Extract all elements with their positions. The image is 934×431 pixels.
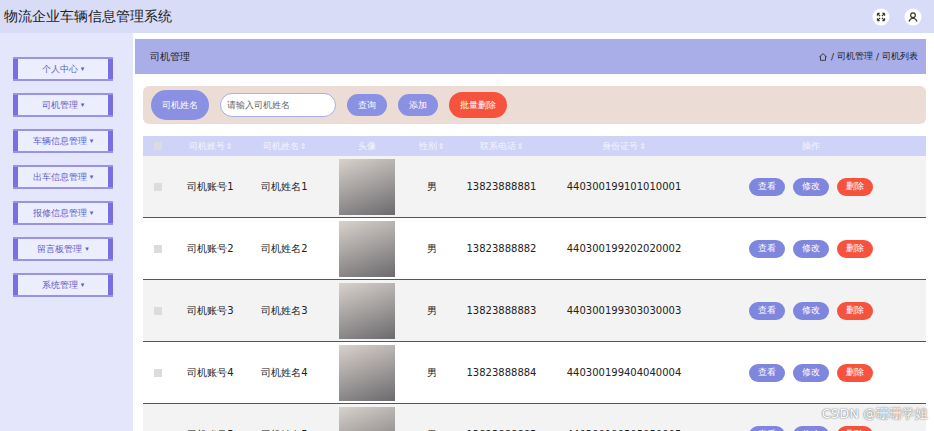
column-header[interactable]: 身份证号⇕: [553, 140, 695, 153]
search-button[interactable]: 查询: [347, 94, 387, 116]
search-bar: 司机姓名 查询添加批量删除: [143, 86, 926, 124]
account-cell: 司机账号3: [173, 304, 248, 318]
gender-cell: 男: [413, 242, 450, 256]
avatar-photo: [339, 407, 395, 431]
home-icon[interactable]: [818, 52, 828, 62]
search-button[interactable]: 添加: [398, 94, 438, 116]
table-header: 司机账号⇕司机姓名⇕头像性别⇕联系电话⇕身份证号⇕操作: [143, 136, 926, 156]
row-checkbox[interactable]: [154, 183, 162, 191]
sidebar-item[interactable]: 留言板管理▾: [13, 237, 113, 261]
id-cell: 440300199101010001: [553, 181, 695, 192]
row-action-button[interactable]: 查看: [749, 178, 785, 196]
id-cell: 440300199303030003: [553, 305, 695, 316]
phone-cell: 13823888883: [450, 305, 553, 316]
id-cell: 440300199404040004: [553, 367, 695, 378]
row-action-button[interactable]: 删除: [837, 364, 873, 382]
search-input[interactable]: [220, 93, 336, 117]
account-cell: 司机账号4: [173, 366, 248, 380]
sidebar-item[interactable]: 系统管理▾: [13, 273, 113, 297]
avatar-photo: [339, 159, 395, 215]
name-cell: 司机姓名2: [248, 242, 321, 256]
row-action-button[interactable]: 修改: [793, 302, 829, 320]
row-action-button[interactable]: 删除: [837, 426, 873, 431]
gender-cell: 男: [413, 304, 450, 318]
gender-cell: 男: [413, 180, 450, 194]
search-button[interactable]: 批量删除: [449, 92, 507, 118]
name-cell: 司机姓名4: [248, 366, 321, 380]
table-row: 司机账号4司机姓名4 男13823888884440300199404040004…: [143, 342, 926, 404]
row-action-button[interactable]: 修改: [793, 240, 829, 258]
row-action-button[interactable]: 查看: [749, 240, 785, 258]
account-cell: 司机账号1: [173, 180, 248, 194]
row-action-button[interactable]: 查看: [749, 426, 785, 431]
gender-cell: 男: [413, 366, 450, 380]
row-checkbox[interactable]: [154, 307, 162, 315]
sidebar-item[interactable]: 个人中心▾: [13, 57, 113, 81]
fullscreen-icon[interactable]: [872, 8, 890, 26]
phone-cell: 13823888881: [450, 181, 553, 192]
phone-cell: 13823888885: [450, 429, 553, 431]
breadcrumb-item[interactable]: 司机管理: [837, 50, 873, 63]
search-label: 司机姓名: [151, 90, 209, 120]
sidebar-item[interactable]: 报修信息管理▾: [13, 201, 113, 225]
sidebar: 个人中心▾ 司机管理▾ 车辆信息管理▾ 出车信息管理▾ 报修信息管理▾ 留言板管理▾ 系统管…: [0, 33, 133, 431]
account-cell: 司机账号5: [173, 428, 248, 431]
select-all-checkbox[interactable]: [154, 142, 162, 150]
column-header[interactable]: 性别⇕: [413, 140, 450, 153]
page-bar: 司机管理/司机管理/司机列表: [135, 39, 926, 74]
row-action-button[interactable]: 修改: [793, 178, 829, 196]
table-row: 司机账号1司机姓名1 男13823888881440300199101010001…: [143, 156, 926, 218]
phone-cell: 13823888884: [450, 367, 553, 378]
column-header[interactable]: 联系电话⇕: [450, 140, 553, 153]
row-action-button[interactable]: 查看: [749, 302, 785, 320]
name-cell: 司机姓名1: [248, 180, 321, 194]
sidebar-item[interactable]: 车辆信息管理▾: [13, 129, 113, 153]
table-row: 司机账号2司机姓名2 男13823888882440300199202020002…: [143, 218, 926, 280]
id-cell: 440300199505050005: [553, 429, 695, 431]
sidebar-item[interactable]: 出车信息管理▾: [13, 165, 113, 189]
table-row: 司机账号3司机姓名3 男13823888883440300199303030003…: [143, 280, 926, 342]
breadcrumb: /司机管理/司机列表: [818, 50, 918, 63]
main-panel: 司机管理/司机管理/司机列表司机姓名 查询添加批量删除司机账号⇕司机姓名⇕头像性别…: [133, 33, 934, 431]
app-root: 物流企业车辆信息管理系统个人中心▾ 司机管理▾ 车辆信息管理▾ 出车信息管理▾ 报修信息…: [0, 0, 934, 431]
row-checkbox[interactable]: [154, 369, 162, 377]
id-cell: 440300199202020002: [553, 243, 695, 254]
avatar-photo: [339, 345, 395, 401]
top-bar: 物流企业车辆信息管理系统: [0, 0, 934, 33]
phone-cell: 13823888882: [450, 243, 553, 254]
avatar-photo: [339, 221, 395, 277]
column-header[interactable]: 司机姓名⇕: [248, 140, 321, 153]
row-checkbox[interactable]: [154, 245, 162, 253]
user-icon[interactable]: [904, 8, 922, 26]
row-action-button[interactable]: 查看: [749, 364, 785, 382]
row-action-button[interactable]: 删除: [837, 240, 873, 258]
row-action-button[interactable]: 修改: [793, 426, 829, 431]
column-header[interactable]: 头像: [321, 140, 413, 153]
row-action-button[interactable]: 删除: [837, 178, 873, 196]
sidebar-item[interactable]: 司机管理▾: [13, 93, 113, 117]
page-title: 司机管理: [150, 50, 190, 64]
account-cell: 司机账号2: [173, 242, 248, 256]
gender-cell: 男: [413, 428, 450, 431]
column-header[interactable]: 司机账号⇕: [173, 140, 248, 153]
column-header[interactable]: 操作: [695, 140, 926, 153]
row-action-button[interactable]: 修改: [793, 364, 829, 382]
avatar-photo: [339, 283, 395, 339]
row-action-button[interactable]: 删除: [837, 302, 873, 320]
app-title: 物流企业车辆信息管理系统: [4, 8, 172, 26]
name-cell: 司机姓名5: [248, 428, 321, 431]
name-cell: 司机姓名3: [248, 304, 321, 318]
watermark: CSDN @珊珊学姐: [822, 405, 928, 423]
table-row: 司机账号5司机姓名5 男13823888885440300199505050005…: [143, 404, 926, 431]
breadcrumb-item[interactable]: 司机列表: [882, 50, 918, 63]
driver-table: 司机账号⇕司机姓名⇕头像性别⇕联系电话⇕身份证号⇕操作司机账号1司机姓名1男13…: [143, 136, 926, 431]
